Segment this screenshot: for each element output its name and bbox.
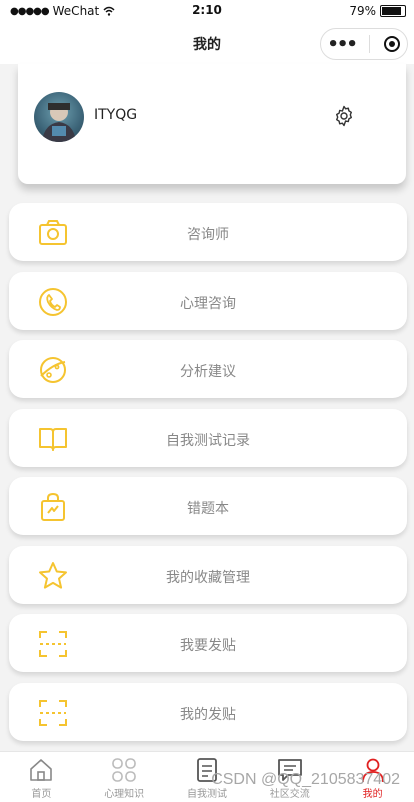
tab-label: 自我测试	[186, 789, 227, 800]
menu-label: 咨询师	[187, 227, 229, 243]
menu-item-analysis[interactable]: 分析建议	[9, 340, 407, 398]
menu-label: 我要发贴	[180, 638, 236, 654]
avatar[interactable]	[34, 92, 84, 142]
battery-icon	[380, 5, 406, 17]
tab-self-test[interactable]: 自我测试	[166, 752, 249, 802]
home-icon	[30, 759, 53, 781]
miniprogram-capsule[interactable]: •••	[320, 28, 408, 60]
tab-label: 心理知识	[104, 789, 145, 800]
status-right: 79%	[349, 4, 406, 18]
user-icon	[361, 758, 384, 783]
more-icon[interactable]: •••	[327, 34, 357, 55]
menu-label: 心理咨询	[180, 296, 236, 312]
menu-item-wrong-answers[interactable]: 错题本	[9, 477, 407, 535]
avatar-image	[42, 103, 76, 142]
menu-item-new-post[interactable]: 我要发贴	[9, 614, 407, 672]
menu-item-my-posts[interactable]: 我的发贴	[9, 683, 407, 741]
profile-card: ITYQG	[18, 64, 406, 184]
menu-item-favorites[interactable]: 我的收藏管理	[9, 546, 407, 604]
menu-label: 我的发贴	[180, 707, 236, 723]
tab-mine[interactable]: 我的	[331, 752, 414, 802]
menu-item-consultation[interactable]: 心理咨询	[9, 272, 407, 330]
tab-label: 首页	[31, 789, 52, 800]
tab-knowledge[interactable]: 心理知识	[83, 752, 166, 802]
tab-label: 我的	[362, 789, 383, 800]
nav-bar: 我的 •••	[0, 24, 414, 64]
menu-label: 错题本	[187, 501, 229, 517]
capsule-divider	[368, 35, 370, 53]
tab-community[interactable]: 社区交流	[248, 752, 331, 802]
close-target-icon[interactable]	[383, 35, 401, 53]
grid-icon	[112, 758, 136, 782]
username: ITYQG	[94, 107, 138, 123]
test-icon	[197, 758, 217, 782]
tab-label: 社区交流	[269, 789, 310, 800]
menu-label: 自我测试记录	[166, 433, 250, 449]
chat-icon	[277, 759, 302, 781]
battery-percent: 79%	[349, 4, 376, 18]
tab-bar: 首页 心理知识 自我测试 社区交流 我的	[0, 751, 414, 802]
menu-label: 分析建议	[180, 364, 236, 380]
menu-item-test-records[interactable]: 自我测试记录	[9, 409, 407, 467]
menu-item-counselor[interactable]: 咨询师	[9, 203, 407, 261]
tab-home[interactable]: 首页	[0, 752, 83, 802]
settings-gear-icon[interactable]	[332, 104, 356, 128]
status-bar: ●●●●● WeChat 2:10 79%	[0, 0, 414, 24]
menu-label: 我的收藏管理	[166, 570, 250, 586]
